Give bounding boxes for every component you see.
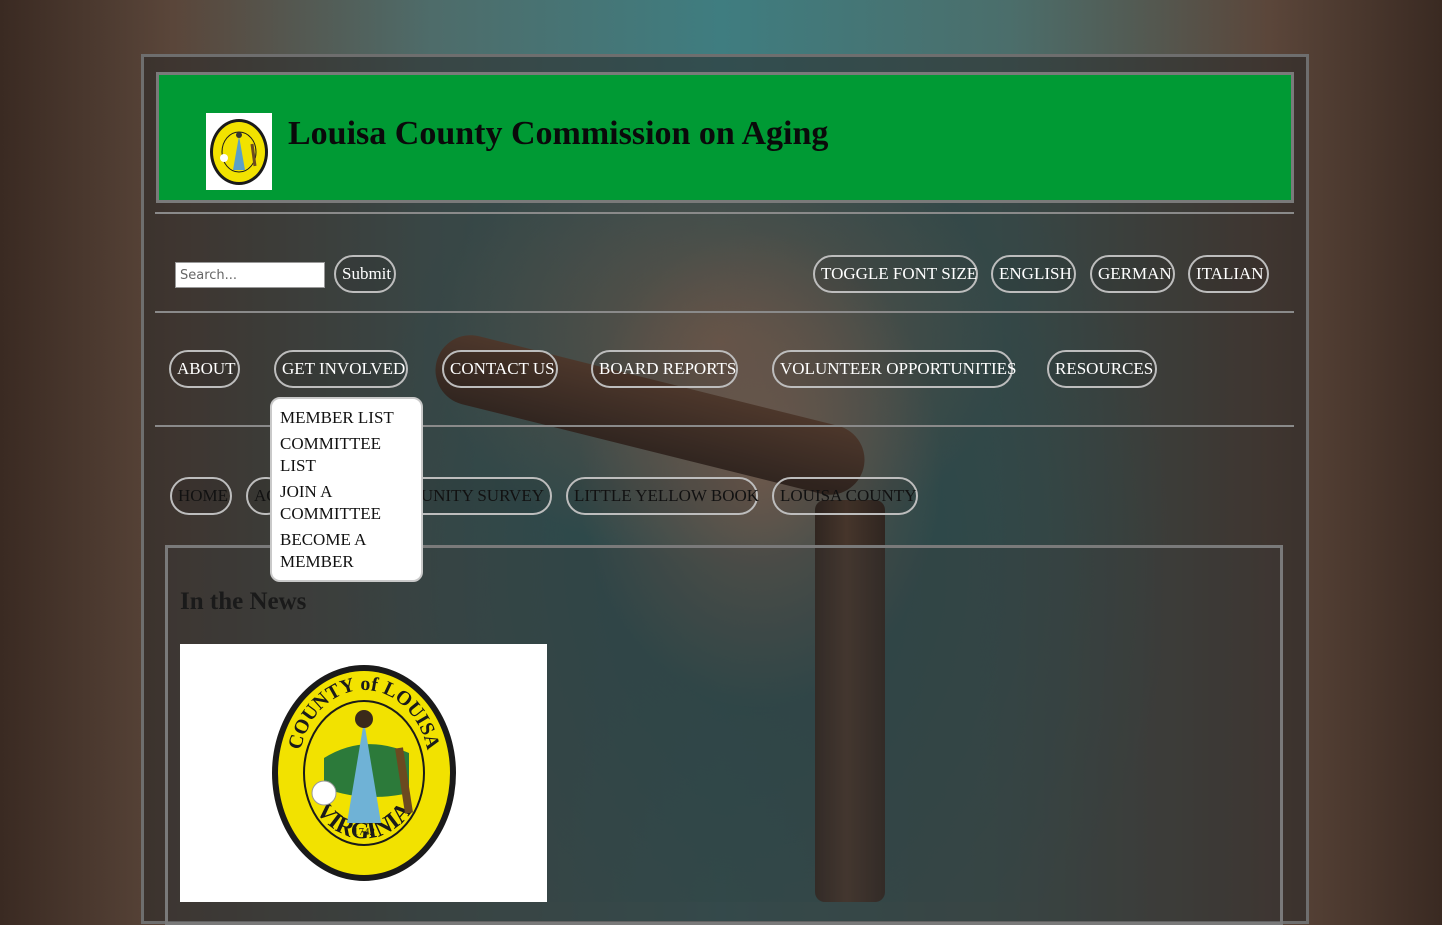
divider — [155, 311, 1294, 313]
menu-item-member-list[interactable]: MEMBER LIST — [280, 407, 413, 429]
german-language-button[interactable]: GERMAN — [1090, 255, 1175, 293]
divider — [155, 212, 1294, 214]
italian-language-button[interactable]: ITALIAN — [1188, 255, 1269, 293]
search-input[interactable] — [175, 262, 325, 288]
toggle-font-size-button[interactable]: TOGGLE FONT SIZE — [813, 255, 978, 293]
nav-home[interactable]: HOME — [170, 477, 232, 515]
nav-board-reports[interactable]: BOARD REPORTS — [591, 350, 738, 388]
nav-contact-us[interactable]: CONTACT US — [442, 350, 558, 388]
county-seal-icon: COUNTY of LOUISA VIRGINIA 1742 — [271, 665, 456, 881]
site-title: Louisa County Commission on Aging — [288, 115, 829, 152]
search-submit-button[interactable]: Submit — [334, 255, 396, 293]
news-image[interactable]: COUNTY of LOUISA VIRGINIA 1742 — [180, 644, 547, 902]
nav-volunteer-opportunities[interactable]: VOLUNTEER OPPORTUNITIES — [772, 350, 1017, 388]
section-title: In the News — [180, 588, 307, 615]
menu-item-committee-list[interactable]: COMMITTEE LIST — [280, 433, 413, 477]
nav-about[interactable]: ABOUT — [169, 350, 240, 388]
seal-year: 1742 — [353, 826, 375, 838]
english-language-button[interactable]: ENGLISH — [991, 255, 1076, 293]
menu-item-join-committee[interactable]: JOIN A COMMITTEE — [280, 481, 413, 525]
nav-resources[interactable]: RESOURCES — [1047, 350, 1157, 388]
nav-get-involved[interactable]: GET INVOLVED — [274, 350, 408, 388]
menu-item-become-member[interactable]: BECOME A MEMBER — [280, 529, 413, 573]
seal-logo-icon[interactable] — [206, 113, 272, 190]
nav-little-yellow-book[interactable]: LITTLE YELLOW BOOK — [566, 477, 759, 515]
get-involved-dropdown: MEMBER LIST COMMITTEE LIST JOIN A COMMIT… — [270, 397, 423, 582]
nav-louisa-county[interactable]: LOUISA COUNTY — [772, 477, 918, 515]
